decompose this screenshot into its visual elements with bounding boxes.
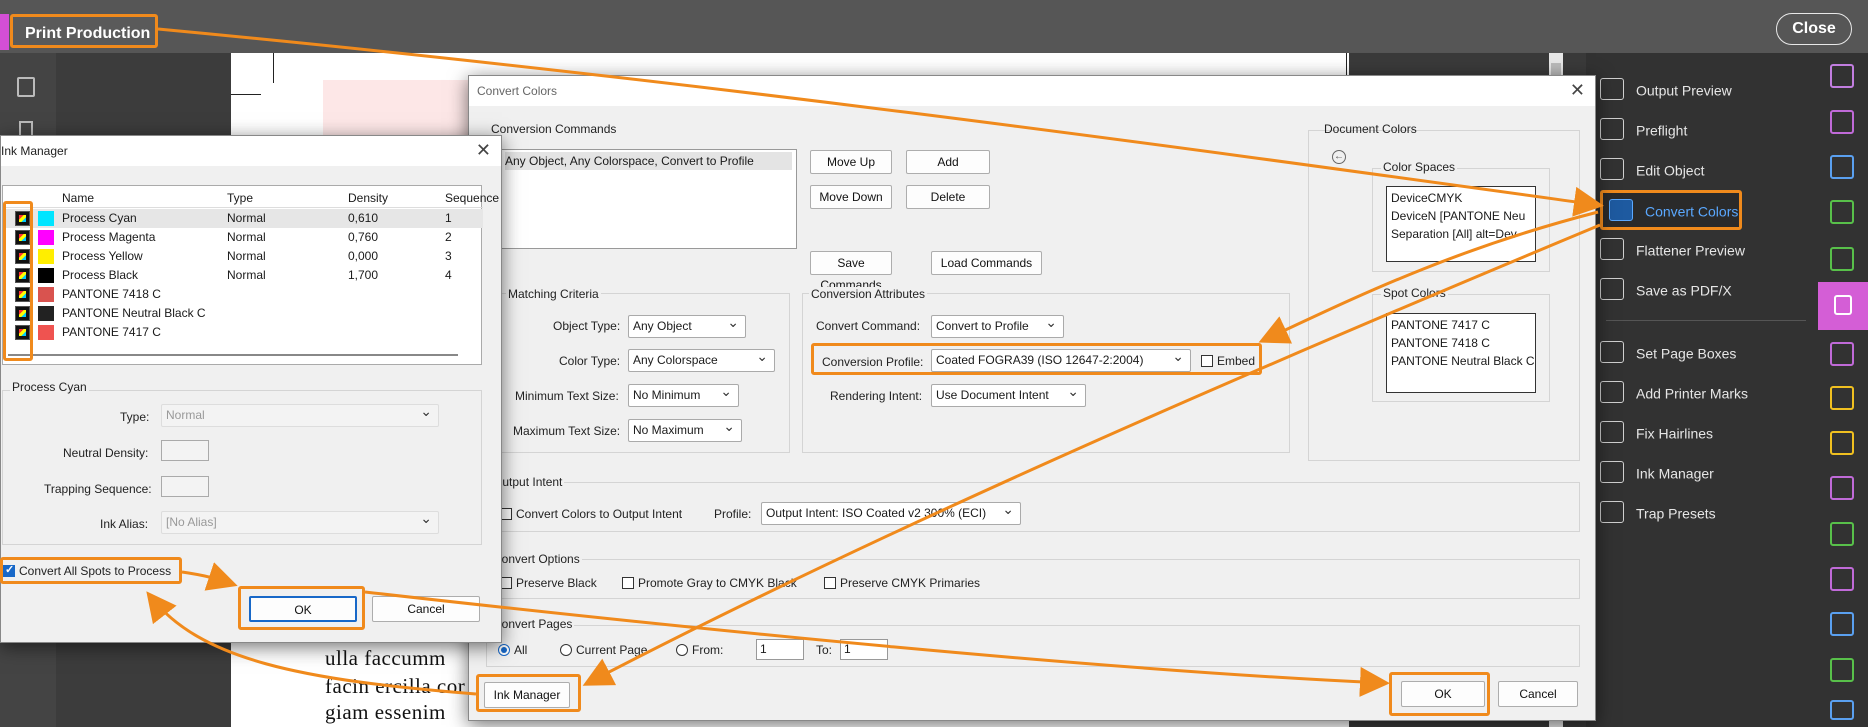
arrow-ink-ok-to-convert-ok: [364, 590, 1390, 697]
arrow-convert-colors-to-profile: [1258, 210, 1599, 344]
arrow-spots-to-ok: [181, 562, 238, 591]
arrow-convert-colors-to-ink-manager: [582, 223, 1601, 686]
arrow-ink-manager-to-spots: [146, 591, 477, 696]
annotation-arrows: [146, 27, 1604, 697]
arrow-title-to-convert-colors: [157, 27, 1604, 217]
